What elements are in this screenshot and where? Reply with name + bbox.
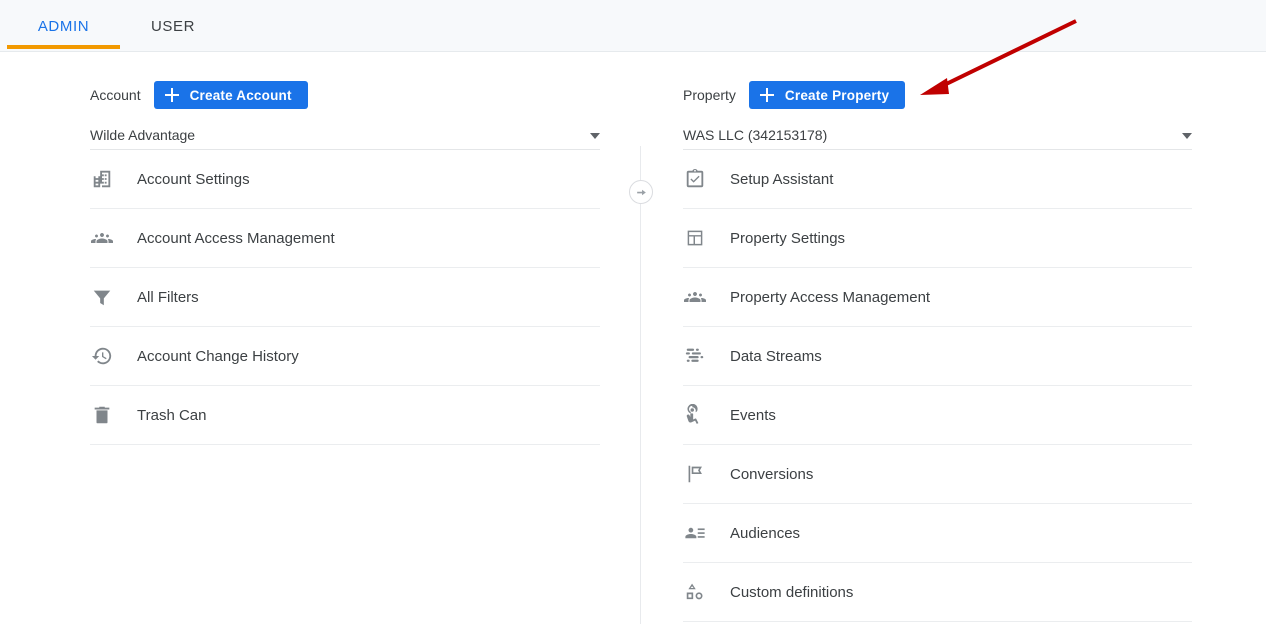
- filter-icon: [90, 285, 114, 309]
- menu-item-property-settings[interactable]: Property Settings: [683, 209, 1192, 268]
- account-column-header: Account Create Account: [90, 80, 600, 110]
- people-icon: [90, 226, 114, 250]
- menu-item-account-change-history[interactable]: Account Change History: [90, 327, 600, 386]
- account-selector[interactable]: Wilde Advantage: [90, 120, 600, 150]
- create-property-button-label: Create Property: [784, 87, 890, 103]
- property-column-header: Property Create Property: [683, 80, 1192, 110]
- menu-item-account-settings[interactable]: Account Settings: [90, 150, 600, 209]
- account-column: Account Create Account Wilde Advantage A…: [0, 52, 640, 445]
- account-header-label: Account: [90, 87, 141, 103]
- menu-item-label: Conversions: [730, 465, 814, 483]
- menu-item-account-access-management[interactable]: Account Access Management: [90, 209, 600, 268]
- data-streams-icon: [683, 344, 707, 368]
- menu-item-property-access-management[interactable]: Property Access Management: [683, 268, 1192, 327]
- tab-admin-label: ADMIN: [37, 17, 90, 35]
- menu-item-label: Property Settings: [730, 229, 846, 247]
- menu-item-trash-can[interactable]: Trash Can: [90, 386, 600, 445]
- menu-item-label: Account Change History: [137, 347, 299, 365]
- account-menu-list: Account Settings Account Access Manageme…: [90, 150, 600, 445]
- building-icon: [90, 167, 114, 191]
- property-header-label: Property: [683, 87, 736, 103]
- menu-item-label: Audiences: [730, 524, 801, 542]
- tab-user-label: USER: [150, 17, 196, 35]
- chevron-down-icon[interactable]: [590, 133, 600, 139]
- menu-item-label: All Filters: [137, 288, 199, 306]
- shapes-icon: [683, 580, 707, 604]
- menu-item-events[interactable]: Events: [683, 386, 1192, 445]
- chevron-down-icon[interactable]: [1182, 133, 1192, 139]
- menu-item-data-streams[interactable]: Data Streams: [683, 327, 1192, 386]
- flag-icon: [683, 462, 707, 486]
- create-account-button-label: Create Account: [189, 87, 292, 103]
- clipboard-check-icon: [683, 167, 707, 191]
- menu-item-setup-assistant[interactable]: Setup Assistant: [683, 150, 1192, 209]
- property-column: Property Create Property WAS LLC (342153…: [641, 52, 1266, 622]
- create-account-button[interactable]: Create Account: [153, 81, 308, 109]
- people-icon: [683, 285, 707, 309]
- tab-user[interactable]: USER: [128, 0, 218, 52]
- menu-item-all-filters[interactable]: All Filters: [90, 268, 600, 327]
- active-tab-indicator: [7, 45, 120, 49]
- create-property-button[interactable]: Create Property: [748, 81, 906, 109]
- menu-item-label: Trash Can: [137, 406, 207, 424]
- plus-icon: [759, 88, 774, 102]
- history-icon: [90, 344, 114, 368]
- trash-icon: [90, 403, 114, 427]
- menu-item-audiences[interactable]: Audiences: [683, 504, 1192, 563]
- menu-item-label: Property Access Management: [730, 288, 931, 306]
- menu-item-label: Events: [730, 406, 776, 424]
- account-selector-value: Wilde Advantage: [90, 127, 196, 143]
- property-selector[interactable]: WAS LLC (342153178): [683, 120, 1192, 150]
- property-menu-list: Setup Assistant Property Settings Proper…: [683, 150, 1192, 622]
- menu-item-conversions[interactable]: Conversions: [683, 445, 1192, 504]
- tap-icon: [683, 403, 707, 427]
- layout-icon: [683, 226, 707, 250]
- plus-icon: [164, 88, 179, 102]
- menu-item-label: Data Streams: [730, 347, 822, 365]
- property-selector-value: WAS LLC (342153178): [683, 127, 828, 143]
- audience-icon: [683, 521, 707, 545]
- menu-item-label: Setup Assistant: [730, 170, 834, 188]
- menu-item-custom-definitions[interactable]: Custom definitions: [683, 563, 1192, 622]
- menu-item-label: Account Access Management: [137, 229, 335, 247]
- menu-item-label: Account Settings: [137, 170, 250, 188]
- admin-tab-bar: ADMIN USER: [0, 0, 1266, 52]
- menu-item-label: Custom definitions: [730, 583, 854, 601]
